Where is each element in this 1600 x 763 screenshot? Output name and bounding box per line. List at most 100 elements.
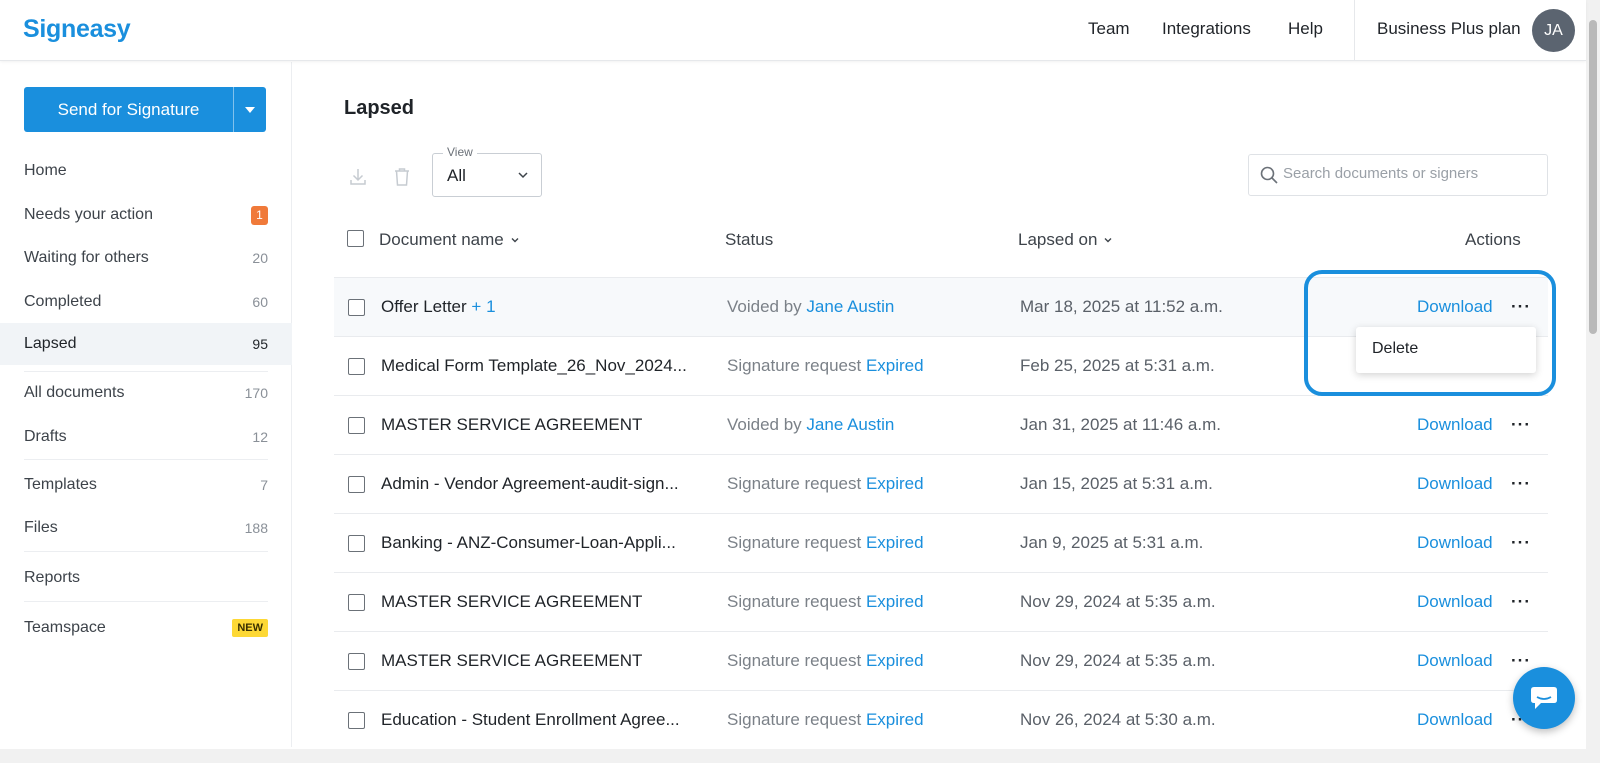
column-header-lapsed-on[interactable]: Lapsed on [1018, 230, 1113, 250]
vertical-scrollbar[interactable] [1586, 0, 1600, 749]
plan-label[interactable]: Business Plus plan [1377, 19, 1521, 39]
sidebar-item-completed[interactable]: Completed 60 [0, 282, 292, 322]
nav-integrations[interactable]: Integrations [1162, 19, 1251, 39]
status-prefix: Voided by [727, 415, 802, 434]
sidebar-item-lapsed[interactable]: Lapsed 95 [0, 323, 292, 365]
column-header-label: Status [725, 230, 774, 249]
download-link[interactable]: Download [1417, 474, 1493, 494]
document-status: Voided by Jane Austin [727, 415, 894, 435]
scrollbar-thumb[interactable] [1589, 20, 1597, 334]
table-row[interactable]: MASTER SERVICE AGREEMENT Signature reque… [334, 572, 1548, 631]
signeasy-logo[interactable]: Signeasy [23, 15, 131, 44]
download-link[interactable]: Download [1417, 651, 1493, 671]
table-row[interactable]: MASTER SERVICE AGREEMENT Signature reque… [334, 631, 1548, 690]
document-name[interactable]: Admin - Vendor Agreement-audit-sign... [381, 474, 679, 494]
table-row[interactable]: Banking - ANZ-Consumer-Loan-Appli... Sig… [334, 513, 1548, 572]
status-value: Expired [865, 592, 924, 611]
status-value: Expired [865, 651, 924, 670]
lapsed-date: Feb 25, 2025 at 5:31 a.m. [1020, 356, 1215, 375]
sidebar-item-files[interactable]: Files 188 [0, 508, 292, 548]
more-options-icon[interactable]: ··· [1511, 592, 1531, 612]
status-value: Expired [865, 710, 924, 729]
download-link[interactable]: Download [1417, 710, 1493, 730]
more-options-icon[interactable]: ··· [1511, 415, 1531, 435]
more-options-icon[interactable]: ··· [1511, 651, 1531, 671]
document-name[interactable]: Offer Letter + 1 [381, 297, 496, 317]
row-checkbox[interactable] [348, 535, 365, 552]
lapsed-date: Nov 29, 2024 at 5:35 a.m. [1020, 592, 1216, 611]
sidebar-item-count: 170 [244, 385, 268, 401]
nav-team[interactable]: Team [1088, 19, 1130, 39]
sidebar-item-label: All documents [24, 384, 125, 401]
status-prefix: Signature request [727, 533, 862, 552]
search-input[interactable] [1283, 165, 1539, 182]
row-checkbox[interactable] [348, 476, 365, 493]
horizontal-scrollbar[interactable] [0, 749, 1600, 763]
sidebar-item-needs-your-action[interactable]: Needs your action 1 [0, 195, 292, 235]
download-link[interactable]: Download [1417, 533, 1493, 553]
status-value: Expired [865, 356, 924, 375]
document-name[interactable]: Education - Student Enrollment Agree... [381, 710, 680, 730]
table-row[interactable]: MASTER SERVICE AGREEMENT Voided by Jane … [334, 395, 1548, 454]
document-status: Signature request Expired [727, 474, 924, 494]
download-link[interactable]: Download [1417, 415, 1493, 435]
row-checkbox[interactable] [348, 358, 365, 375]
search-box[interactable] [1248, 154, 1548, 196]
row-checkbox[interactable] [348, 594, 365, 611]
table-row[interactable]: Admin - Vendor Agreement-audit-sign... S… [334, 454, 1548, 513]
row-checkbox[interactable] [348, 299, 365, 316]
nav-help[interactable]: Help [1288, 19, 1323, 39]
sidebar-item-drafts[interactable]: Drafts 12 [0, 417, 292, 457]
sidebar-item-count: 7 [260, 477, 268, 493]
sidebar-item-label: Needs your action [24, 206, 153, 223]
table-row[interactable]: Education - Student Enrollment Agree... … [334, 690, 1548, 749]
chevron-down-icon [517, 168, 529, 186]
document-name[interactable]: Medical Form Template_26_Nov_2024... [381, 356, 687, 376]
sidebar-item-waiting-for-others[interactable]: Waiting for others 20 [0, 238, 292, 278]
row-checkbox[interactable] [348, 653, 365, 670]
row-checkbox[interactable] [348, 712, 365, 729]
download-icon[interactable] [346, 165, 370, 189]
more-options-icon[interactable]: ··· [1511, 533, 1531, 553]
document-name[interactable]: MASTER SERVICE AGREEMENT [381, 415, 642, 435]
send-options-caret-icon[interactable] [233, 87, 266, 132]
send-for-signature-button[interactable]: Send for Signature [24, 87, 266, 132]
view-select[interactable]: View All [432, 145, 542, 197]
more-options-icon[interactable]: ··· [1511, 474, 1531, 494]
extra-documents-count[interactable]: + 1 [471, 297, 495, 316]
sidebar-item-teamspace[interactable]: Teamspace NEW [0, 608, 292, 648]
lapsed-date: Nov 29, 2024 at 5:35 a.m. [1020, 651, 1216, 670]
document-name[interactable]: Banking - ANZ-Consumer-Loan-Appli... [381, 533, 676, 553]
row-checkbox[interactable] [348, 417, 365, 434]
send-for-signature-label[interactable]: Send for Signature [24, 87, 233, 132]
view-select-legend: View [443, 145, 477, 159]
search-icon [1259, 165, 1279, 190]
sidebar-item-all-documents[interactable]: All documents 170 [0, 373, 292, 413]
document-name-text: Offer Letter [381, 297, 467, 316]
sidebar-item-label: Drafts [24, 428, 67, 445]
user-avatar[interactable]: JA [1532, 9, 1575, 52]
column-header-status: Status [725, 230, 773, 250]
status-value: Jane Austin [806, 297, 895, 316]
document-name[interactable]: MASTER SERVICE AGREEMENT [381, 651, 642, 671]
sidebar-item-label: Completed [24, 293, 102, 310]
sidebar-item-reports[interactable]: Reports [0, 558, 292, 598]
sidebar-item-label: Home [24, 162, 67, 179]
top-bar: Signeasy Team Integrations Help Business… [0, 0, 1586, 61]
trash-icon[interactable] [390, 165, 414, 189]
document-name[interactable]: MASTER SERVICE AGREEMENT [381, 592, 642, 612]
new-badge: NEW [232, 619, 268, 637]
status-value: Expired [865, 533, 924, 552]
column-header-document-name[interactable]: Document name [379, 230, 520, 250]
download-link[interactable]: Download [1417, 592, 1493, 612]
sidebar-item-templates[interactable]: Templates 7 [0, 465, 292, 505]
select-all-checkbox[interactable] [347, 230, 364, 247]
column-header-actions: Actions [1465, 230, 1521, 250]
chat-support-button[interactable] [1513, 667, 1575, 729]
lapsed-date: Jan 9, 2025 at 5:31 a.m. [1020, 533, 1204, 552]
sidebar-item-home[interactable]: Home [0, 151, 292, 191]
column-header-label: Actions [1465, 230, 1521, 249]
document-status: Signature request Expired [727, 710, 924, 730]
document-status: Signature request Expired [727, 592, 924, 612]
status-prefix: Voided by [727, 297, 802, 316]
